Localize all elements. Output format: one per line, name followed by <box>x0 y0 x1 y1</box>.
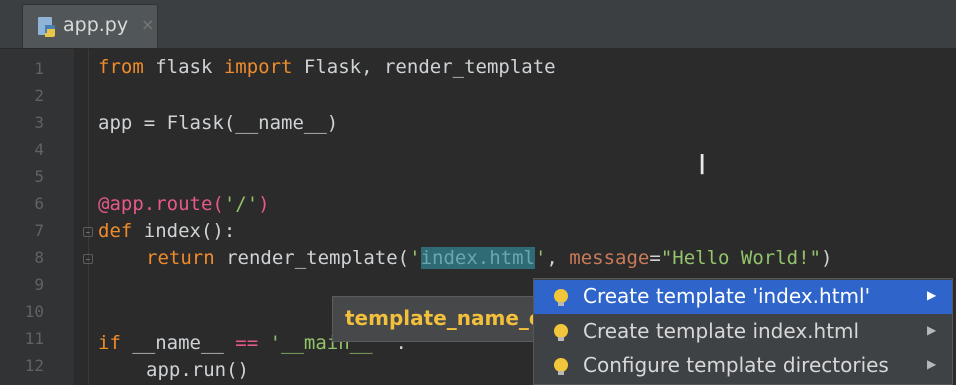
python-file-icon <box>38 17 55 37</box>
menu-item-label: Configure template directories <box>583 353 889 377</box>
tab-bar: app.py × <box>0 0 956 49</box>
code-line-6[interactable]: @app.route('/') <box>98 192 270 216</box>
line-number: 8 <box>34 248 44 267</box>
fold-guide <box>88 49 89 385</box>
line-number: 3 <box>34 113 44 132</box>
keyword: if <box>98 332 121 354</box>
code-text: index(): <box>132 220 236 242</box>
code-text: ) <box>820 247 833 269</box>
lightbulb-icon <box>554 289 568 306</box>
string: '/' <box>223 193 259 215</box>
line-number: 2 <box>34 86 44 105</box>
code-line-12[interactable]: app.run() <box>146 358 249 382</box>
line-number: 4 <box>34 140 44 159</box>
code-line-1[interactable]: from flask import Flask, render_template <box>98 55 556 79</box>
code-text: __name__ <box>120 332 236 354</box>
menu-item-label: Create template 'index.html' <box>583 284 871 308</box>
keyword: def <box>98 220 133 242</box>
decorator: @app.route( <box>98 193 224 215</box>
parameter-info-tooltip: template_name_or_list <box>332 296 552 342</box>
code-line-8[interactable]: return render_template('index.html', mes… <box>146 246 832 270</box>
code-text: Flask, render_template <box>292 56 556 78</box>
line-number: 5 <box>34 167 44 186</box>
editor-window: app.py × 1 2 3 4 5 6 7 8 9 10 11 12 from… <box>0 0 956 385</box>
lightbulb-icon <box>554 324 568 341</box>
line-number: 12 <box>24 356 44 375</box>
lightbulb-icon <box>554 358 568 375</box>
line-number: 9 <box>34 275 44 294</box>
keyword: return <box>146 247 215 269</box>
submenu-arrow-icon: ▶ <box>927 288 937 302</box>
code-text: = <box>649 247 661 269</box>
string: "Hello World!" <box>660 247 821 269</box>
tab-app-py[interactable]: app.py × <box>22 4 158 48</box>
submenu-arrow-icon: ▶ <box>927 323 937 337</box>
line-number: 6 <box>34 194 44 213</box>
configure-template-directories-item[interactable]: Configure template directories ▶ <box>534 349 952 383</box>
text-cursor-icon: I <box>698 148 707 181</box>
tab-label: app.py <box>63 14 129 36</box>
menu-item-label: Create template index.html <box>583 319 860 343</box>
code-text: , <box>546 247 570 269</box>
decorator: ) <box>258 193 270 215</box>
keyword: import <box>223 56 293 78</box>
intention-actions-popup: Create template 'index.html' ▶ Create te… <box>533 278 953 385</box>
create-template-quoted-item[interactable]: Create template 'index.html' ▶ <box>534 280 952 314</box>
line-number: 10 <box>24 302 44 321</box>
line-number-gutter: 1 2 3 4 5 6 7 8 9 10 11 12 <box>0 49 74 385</box>
code-line-3[interactable]: app = Flask(__name__) <box>98 111 338 135</box>
highlighted-string[interactable]: index.html <box>420 247 535 269</box>
line-number: 11 <box>24 329 44 348</box>
string: ' <box>534 247 547 269</box>
keyword: from <box>98 56 144 78</box>
code-text: render_template( <box>214 247 410 269</box>
code-line-7[interactable]: def index(): <box>98 219 235 243</box>
operator: == <box>235 332 259 354</box>
code-text: app = Flask(__name__) <box>98 112 339 134</box>
code-text: app.run() <box>146 359 249 381</box>
tooltip-text: template_name_or_list <box>345 306 551 330</box>
submenu-arrow-icon: ▶ <box>927 357 937 371</box>
string: ' <box>409 247 421 269</box>
fold-end-icon[interactable] <box>83 254 93 264</box>
line-number: 7 <box>34 221 44 240</box>
create-template-item[interactable]: Create template index.html ▶ <box>534 315 952 349</box>
fold-collapse-icon[interactable] <box>83 227 93 237</box>
close-icon[interactable]: × <box>141 15 154 34</box>
code-text: flask <box>143 56 224 78</box>
line-number: 1 <box>34 59 44 78</box>
parameter: message <box>569 247 650 269</box>
